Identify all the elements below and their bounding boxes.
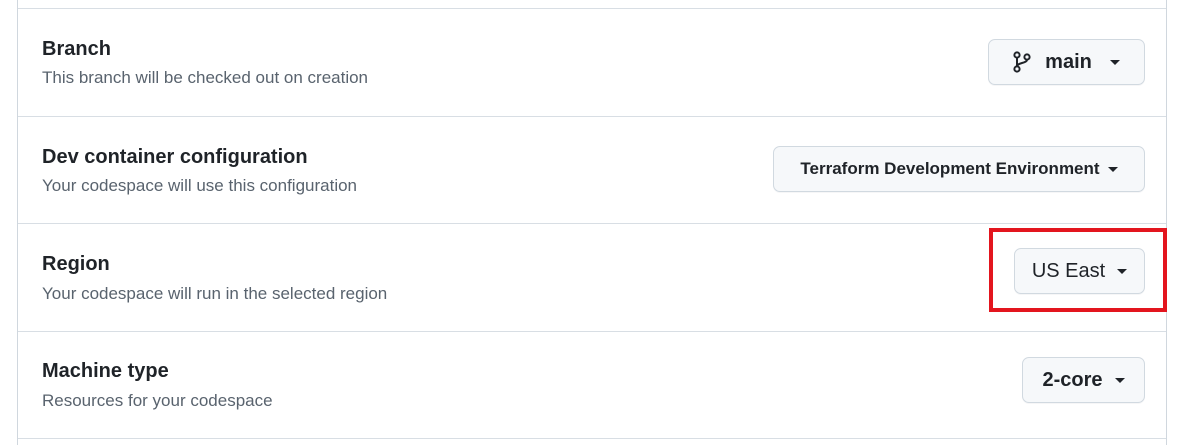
dev-container-select-label: Terraform Development Environment [800,159,1100,178]
chevron-down-icon [1114,377,1125,383]
region-description: Your codespace will run in the selected … [42,284,388,303]
machine-type-title: Machine type [42,360,169,382]
dev-container-description: Your codespace will use this configurati… [42,176,358,195]
dev-container-title: Dev container configuration [42,146,308,168]
machine-type-description: Resources for your codespace [42,391,273,410]
branch-title: Branch [42,38,111,60]
bottom-divider [18,438,1166,446]
dev-container-row: Dev container configuration Your codespa… [18,116,1166,223]
branch-select-label: main [1045,50,1092,73]
machine-type-row: Machine type Resources for your codespac… [18,331,1166,438]
dev-container-select-button[interactable]: Terraform Development Environment [773,146,1145,192]
region-highlight-box [989,228,1167,312]
chevron-down-icon [1109,59,1120,65]
git-branch-icon [1013,51,1031,73]
codespace-options-panel: Branch This branch will be checked out o… [17,0,1167,445]
machine-type-select-button[interactable]: 2-core [1022,357,1145,403]
branch-row: Branch This branch will be checked out o… [18,8,1166,116]
branch-description: This branch will be checked out on creat… [42,68,369,87]
chevron-down-icon [1107,166,1118,172]
branch-select-button[interactable]: main [988,39,1145,85]
region-title: Region [42,253,110,275]
machine-type-select-label: 2-core [1042,368,1103,391]
